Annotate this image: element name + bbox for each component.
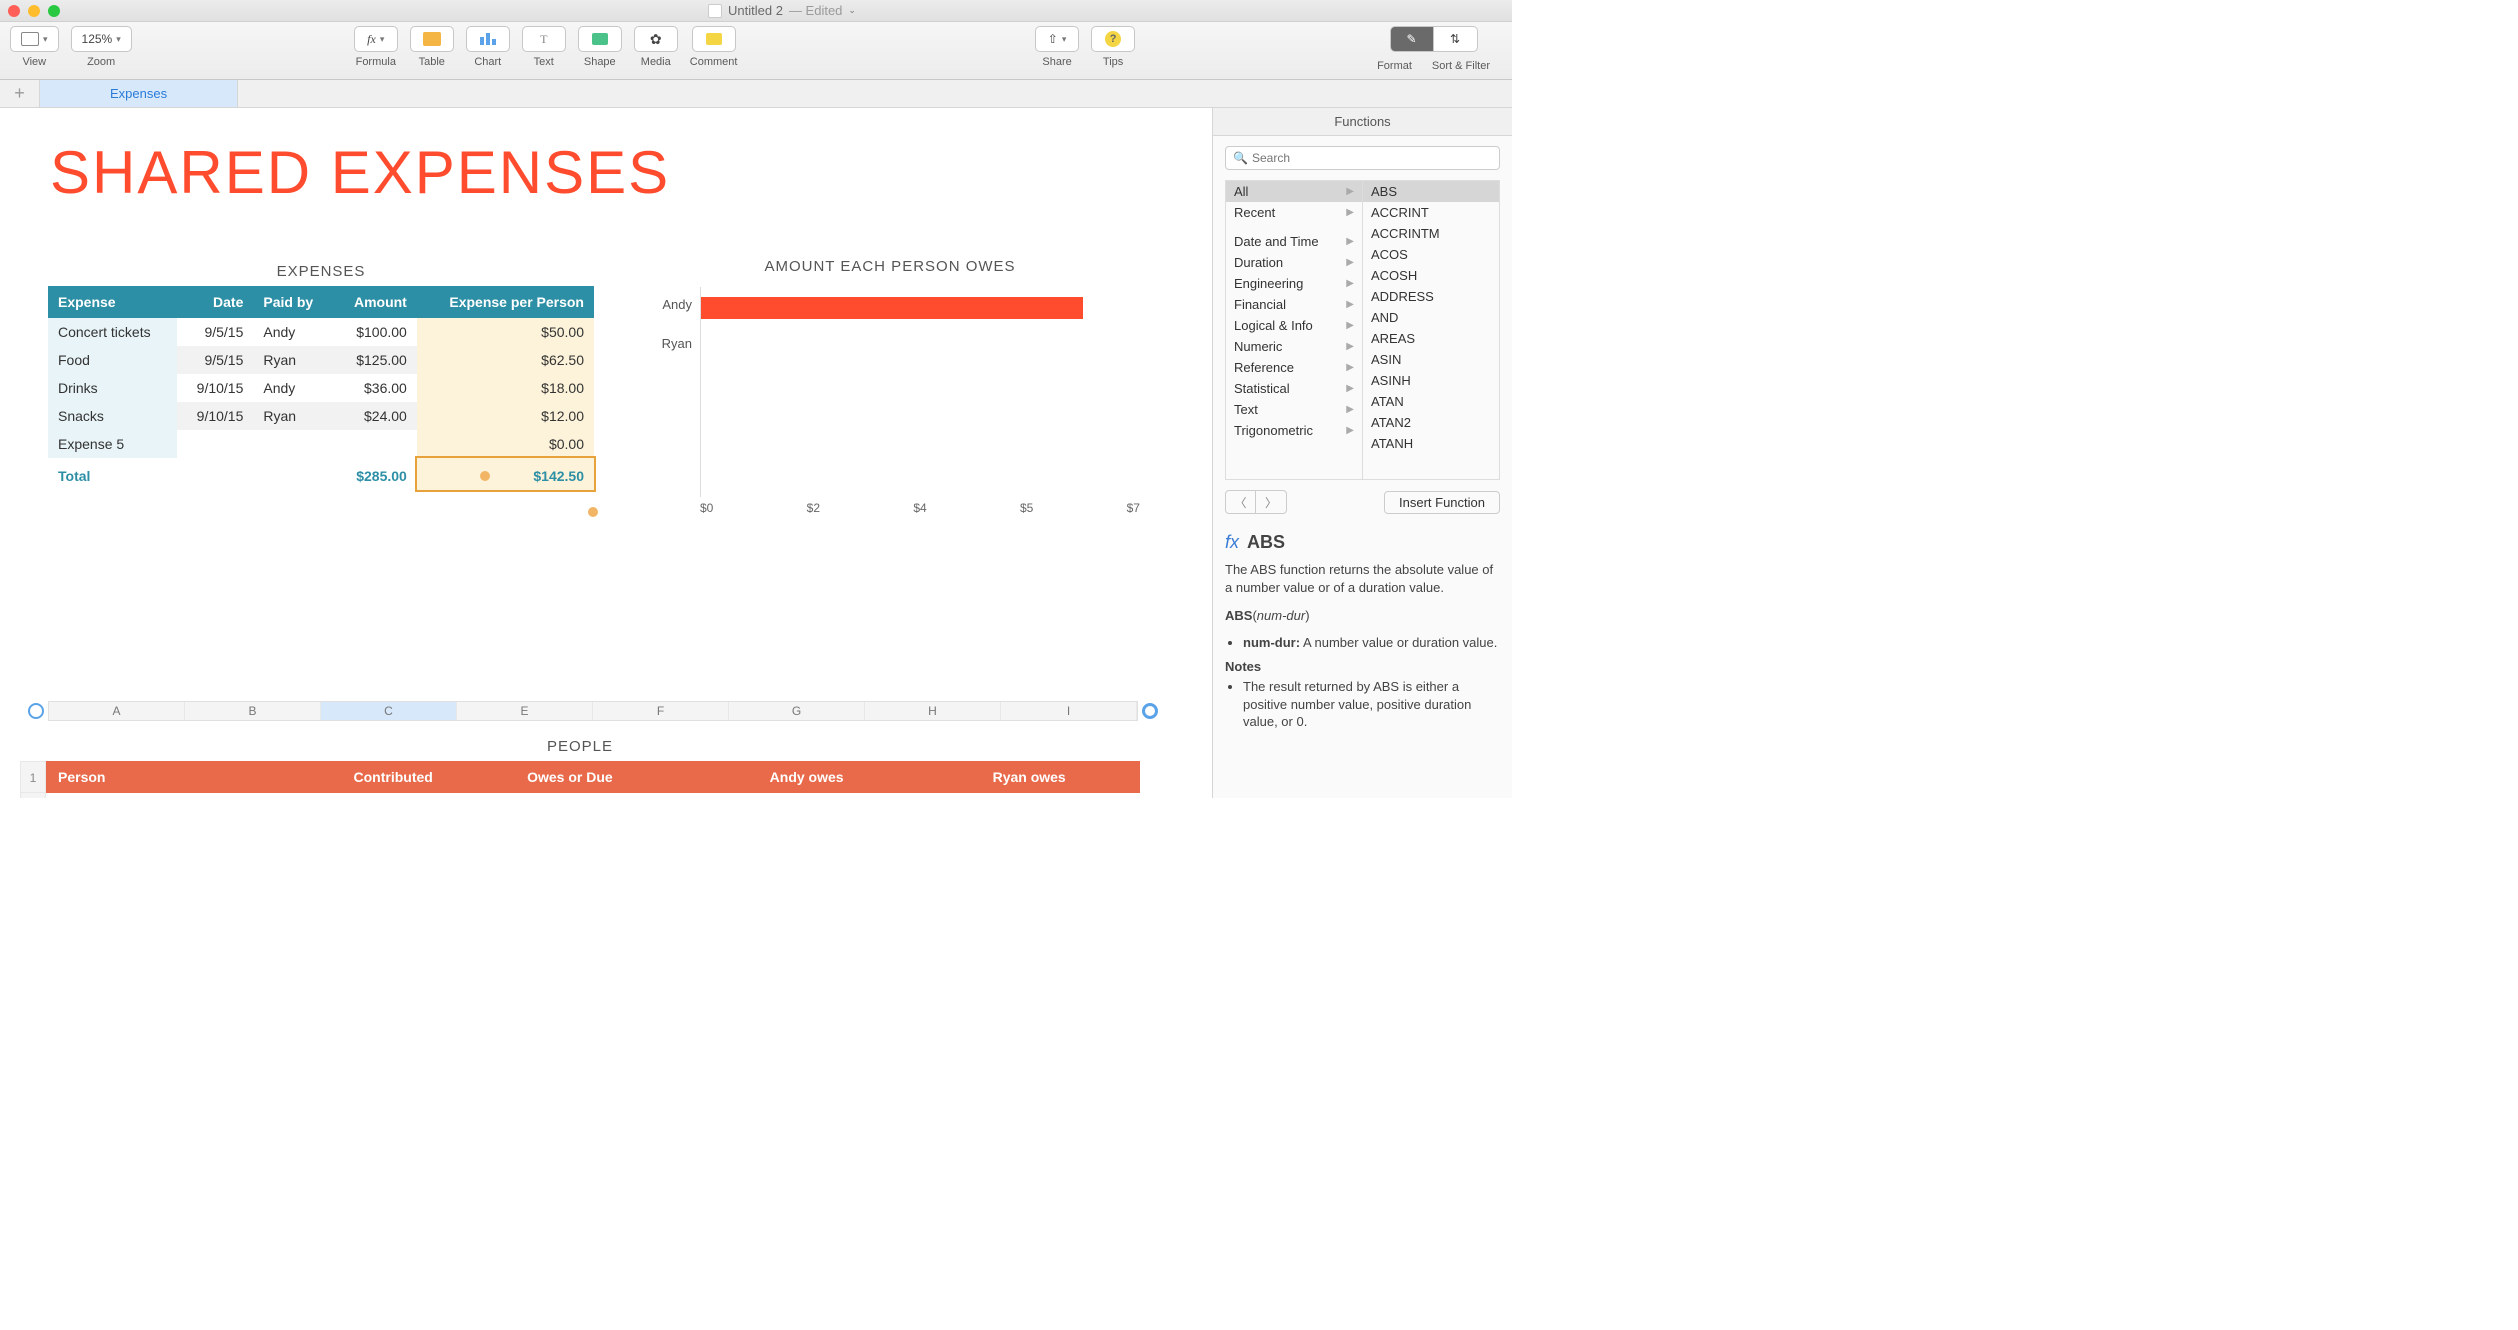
format-button[interactable]: ✎ [1390,26,1434,52]
canvas[interactable]: SHARED EXPENSES EXPENSES Expense Date Pa… [0,108,1212,798]
expenses-table-title: EXPENSES [48,263,594,280]
chart-icon [480,33,496,45]
col-date[interactable]: Date [177,286,253,318]
page-title: SHARED EXPENSES [50,138,1212,207]
window-controls [8,5,60,17]
table-row: Andy $136.00 Owes: $6.50 – $0.00 [46,793,1140,798]
column-headers[interactable]: A B C E F G H I [48,701,1138,721]
zoom-window-button[interactable] [48,5,60,17]
sort-icon: ⇅ [1450,32,1460,46]
toolbar: ▾ View 125%▾ Zoom fx▾ Formula Table Char… [0,22,1512,80]
nav-forward-button[interactable]: 〉 [1256,491,1286,513]
minimize-window-button[interactable] [28,5,40,17]
view-button[interactable]: ▾ [10,26,59,52]
chart-title: AMOUNT EACH PERSON OWES [640,258,1140,275]
fn-abs[interactable]: ABS [1363,181,1499,202]
brush-icon: ✎ [1407,32,1417,46]
chart-button[interactable] [466,26,510,52]
media-button[interactable]: ✿ [634,26,678,52]
zoom-button[interactable]: 125%▾ [71,26,132,52]
table-handle[interactable] [28,703,44,719]
expenses-table[interactable]: EXPENSES Expense Date Paid by Amount Exp… [48,263,594,490]
shape-button[interactable] [578,26,622,52]
chart-plot [700,287,1140,497]
zoom-label: Zoom [87,56,115,68]
view-label: View [22,56,46,68]
functions-sidebar: Functions 🔍 All▶ Recent▶ Date and Time▶ … [1212,108,1512,798]
table-handle[interactable] [1142,703,1158,719]
tips-button[interactable]: ? [1091,26,1135,52]
window-titlebar: Untitled 2 — Edited ⌄ [0,0,1512,22]
people-table-title: PEOPLE [20,738,1140,755]
document-title: Untitled 2 [728,3,783,18]
sort-filter-button[interactable]: ⇅ [1434,26,1478,52]
nav-back-button[interactable]: 〈 [1226,491,1256,513]
share-button[interactable]: ⇧▾ [1035,26,1079,52]
people-table[interactable]: PEOPLE 1 2 3 4 Person Contributed Owes o… [20,738,1140,798]
category-recent[interactable]: Recent▶ [1226,202,1362,223]
sheet-tabs: + Expenses [0,80,1512,108]
comment-button[interactable] [692,26,736,52]
document-icon [708,4,722,18]
insert-function-button[interactable]: Insert Function [1384,491,1500,514]
fx-icon: fx [1225,532,1239,553]
col-epp[interactable]: Expense per Person [417,286,594,318]
tab-expenses[interactable]: Expenses [40,80,238,107]
category-list[interactable]: All▶ Recent▶ Date and Time▶ Duration▶ En… [1226,181,1363,479]
add-sheet-button[interactable]: + [0,80,40,107]
col-expense[interactable]: Expense [48,286,177,318]
col-amount[interactable]: Amount [333,286,417,318]
formula-button[interactable]: fx▾ [354,26,398,52]
window-title: Untitled 2 — Edited ⌄ [60,3,1504,18]
selection-handle[interactable] [588,507,598,517]
nav-buttons: 〈 〉 [1225,490,1287,514]
selection-handle[interactable] [480,471,490,481]
owes-chart[interactable]: AMOUNT EACH PERSON OWES Andy Ryan $0 $2 … [640,258,1140,515]
function-list[interactable]: ABS ACCRINT ACCRINTM ACOS ACOSH ADDRESS … [1363,181,1499,479]
title-dropdown-icon[interactable]: ⌄ [848,5,856,16]
function-detail: fxABS The ABS function returns the absol… [1225,532,1500,737]
row-headers[interactable]: 1 2 3 4 [20,761,46,798]
bar-andy [701,297,1083,319]
share-icon: ⇧ [1048,32,1058,46]
table-button[interactable] [410,26,454,52]
media-icon: ✿ [650,31,662,48]
category-all[interactable]: All▶ [1226,181,1362,202]
col-paidby[interactable]: Paid by [253,286,333,318]
text-button[interactable]: T [522,26,566,52]
document-status: — Edited [789,3,842,18]
selected-cell[interactable]: $142.50 [417,458,594,490]
function-search-input[interactable] [1225,146,1500,170]
sidebar-header: Functions [1213,108,1512,136]
search-icon: 🔍 [1233,151,1248,165]
close-window-button[interactable] [8,5,20,17]
